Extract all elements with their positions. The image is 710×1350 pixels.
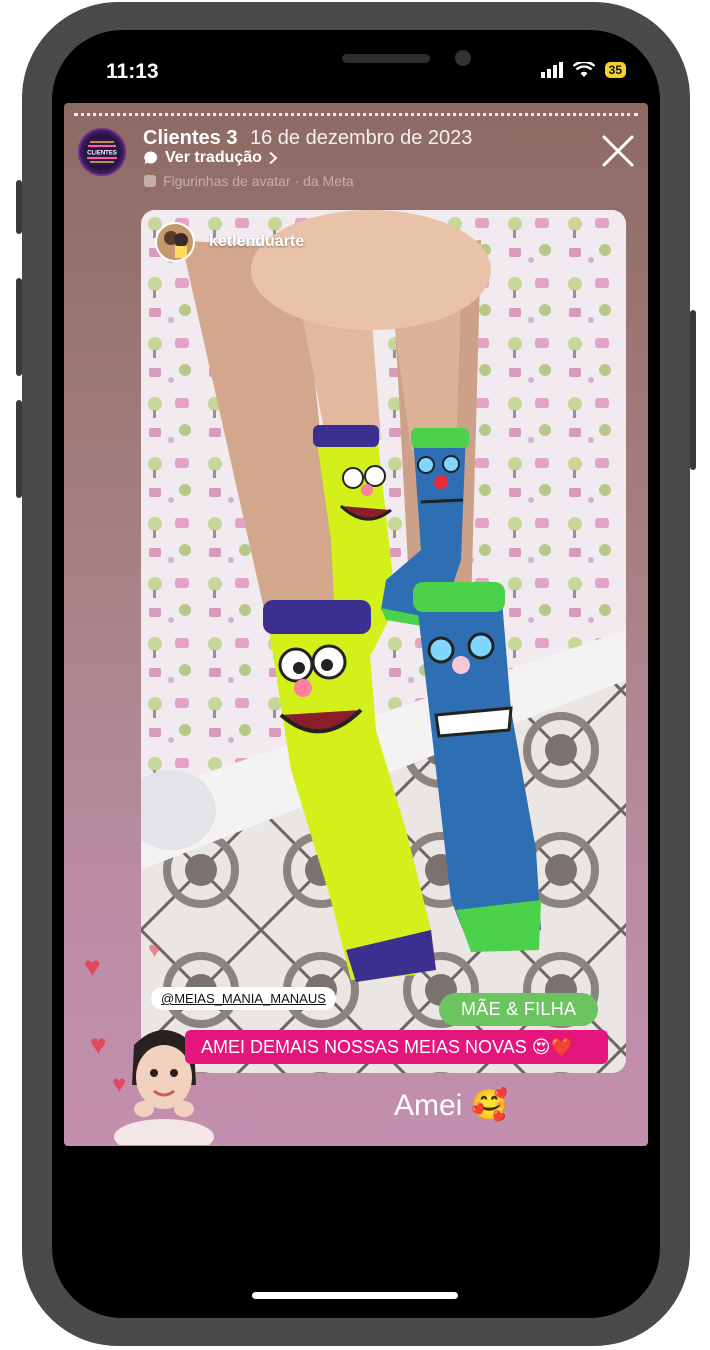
story-view[interactable]: CLIENTES Clientes 3 16 de dezembro de 20… — [64, 103, 648, 1146]
heart-icon: ♥ — [84, 951, 101, 982]
power-button — [690, 310, 696, 470]
mute-switch — [16, 180, 22, 234]
status-icons: 35 — [540, 62, 626, 78]
sticker-icon — [144, 175, 156, 187]
notch — [220, 30, 548, 88]
svg-text:CLIENTES: CLIENTES — [87, 151, 117, 157]
reply-text: Amei 🥰 — [394, 1089, 509, 1122]
post-author[interactable]: ketlenduarte — [155, 222, 304, 262]
mae-filha-badge: MÃE & FILHA — [439, 993, 599, 1026]
front-camera — [455, 50, 471, 66]
status-time: 11:13 — [106, 60, 159, 83]
shared-post[interactable]: ketlenduarte @MEIAS_MANIA_MANAUS MÃE & F… — [141, 210, 626, 1073]
meta-avatar-attribution: Figurinhas de avatar · da Meta — [143, 173, 354, 189]
heart-icon: ♥ — [148, 937, 162, 962]
translate-label: Ver tradução — [165, 149, 262, 166]
post-author-avatar[interactable] — [155, 222, 195, 262]
battery-icon: 35 — [604, 62, 626, 78]
translate-link[interactable]: Ver tradução — [143, 149, 278, 167]
screen: 11:13 35 CLIENTES Clientes 3 16 de dezem… — [52, 30, 660, 1318]
story-progress-bar — [74, 113, 638, 116]
chevron-right-icon — [269, 151, 278, 165]
signal-icon — [540, 62, 563, 78]
post-caption: AMEI DEMAIS NOSSAS MEIAS NOVAS 😍❤️ — [185, 1030, 608, 1064]
close-icon[interactable] — [600, 133, 636, 169]
home-indicator[interactable] — [252, 1292, 458, 1299]
post-username[interactable]: ketlenduarte — [209, 233, 304, 251]
volume-down-button — [16, 400, 22, 498]
meta-label: Figurinhas de avatar · da Meta — [163, 173, 354, 189]
mention-tag[interactable]: @MEIAS_MANIA_MANAUS — [151, 987, 336, 1010]
author-avatar-image — [157, 224, 193, 260]
wifi-icon — [572, 62, 595, 77]
clientes-logo: CLIENTES — [83, 133, 121, 171]
volume-up-button — [16, 278, 22, 376]
story-date: 16 de dezembro de 2023 — [250, 127, 473, 149]
chat-bubble-icon — [144, 151, 158, 165]
account-name[interactable]: Clientes 3 — [143, 127, 237, 150]
phone-frame: 11:13 35 CLIENTES Clientes 3 16 de dezem… — [16, 2, 696, 1346]
account-avatar[interactable]: CLIENTES — [78, 128, 126, 176]
speaker — [342, 54, 430, 63]
post-photo — [141, 210, 626, 1073]
